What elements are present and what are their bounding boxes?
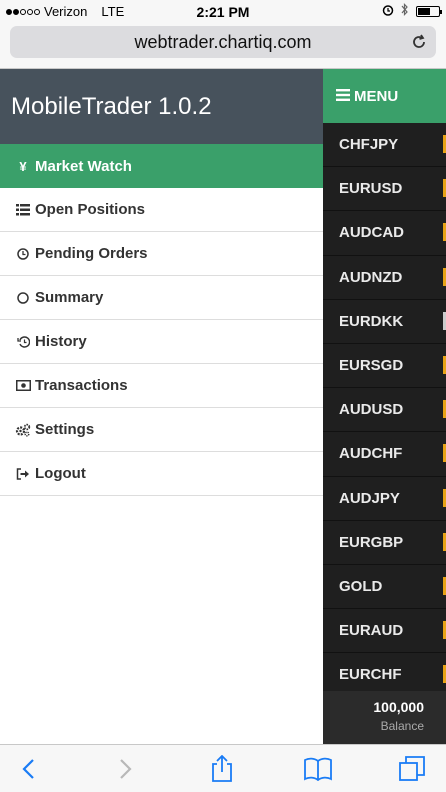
balance-box: 100,000 Balance <box>323 691 446 744</box>
alarm-icon <box>382 4 394 19</box>
browser-chrome: Verizon LTE 2:21 PM webtrader.chartiq.co… <box>0 0 446 69</box>
nav-history[interactable]: History <box>0 320 323 364</box>
market-symbol: EURAUD <box>339 622 404 640</box>
nav-label: Pending Orders <box>35 245 148 262</box>
market-row[interactable]: EURSGD <box>323 344 446 389</box>
bluetooth-icon <box>401 3 409 19</box>
status-right <box>382 3 442 19</box>
gears-icon <box>15 423 31 437</box>
market-symbol: EURUSD <box>339 180 403 198</box>
money-icon <box>15 380 31 391</box>
market-row[interactable]: AUDCAD <box>323 211 446 256</box>
nav-label: Open Positions <box>35 201 146 218</box>
hamburger-icon <box>336 88 350 105</box>
nav-summary[interactable]: Summary <box>0 276 323 320</box>
market-symbol: AUDJPY <box>339 489 400 507</box>
menu-label: MENU <box>354 87 399 105</box>
nav-market-watch[interactable]: ¥ Market Watch <box>0 144 323 188</box>
battery-icon <box>416 5 442 17</box>
status-time: 2:21 PM <box>196 4 250 20</box>
forward-icon[interactable] <box>110 753 142 785</box>
status-bar: Verizon LTE 2:21 PM <box>0 0 446 22</box>
balance-amount: 100,000 <box>373 699 424 715</box>
market-symbol: AUDCAD <box>339 224 404 242</box>
menu-button[interactable]: MENU <box>323 69 446 123</box>
nav-label: Transactions <box>35 377 128 394</box>
market-row[interactable]: EURDKK <box>323 300 446 344</box>
nav-label: Logout <box>35 465 86 482</box>
market-symbol: AUDNZD <box>339 268 403 286</box>
market-symbol: AUDCHF <box>339 445 403 463</box>
market-panel: MENU CHFJPY EURUSD AUDCAD AUDNZD EURDKK EURSG… <box>323 69 446 744</box>
nav-settings[interactable]: Settings <box>0 408 323 452</box>
market-row[interactable]: AUDCHF <box>323 432 446 477</box>
nav-pending-orders[interactable]: Pending Orders <box>0 232 323 276</box>
market-symbol: EURDKK <box>339 312 404 330</box>
market-row[interactable]: EURGBP <box>323 521 446 565</box>
circle-icon <box>15 291 31 304</box>
nav-label: Market Watch <box>35 157 132 175</box>
market-row[interactable]: AUDUSD <box>323 388 446 433</box>
sign-out-icon <box>15 467 31 480</box>
market-row[interactable]: GOLD <box>323 565 446 610</box>
nav-open-positions[interactable]: Open Positions <box>0 188 323 232</box>
address-bar[interactable]: webtrader.chartiq.com <box>10 26 436 58</box>
market-list: CHFJPY EURUSD AUDCAD AUDNZD EURDKK EURSGD AUDU… <box>323 123 446 698</box>
back-icon[interactable] <box>12 753 44 785</box>
app-title: MobileTrader 1.0.2 <box>0 69 323 144</box>
bookmarks-icon[interactable] <box>302 753 334 785</box>
nav-logout[interactable]: Logout <box>0 452 323 496</box>
market-row[interactable]: EURUSD <box>323 167 446 212</box>
market-row[interactable]: EURAUD <box>323 609 446 654</box>
tabs-icon[interactable] <box>396 753 428 785</box>
nav-label: Settings <box>35 421 95 438</box>
market-row[interactable]: CHFJPY <box>323 123 446 168</box>
balance-label: Balance <box>380 719 424 733</box>
url-text: webtrader.chartiq.com <box>134 32 312 52</box>
market-symbol: AUDUSD <box>339 401 404 419</box>
market-row[interactable]: AUDJPY <box>323 477 446 521</box>
clock-icon <box>15 247 31 260</box>
nav-transactions[interactable]: Transactions <box>0 364 323 408</box>
market-symbol: EURCHF <box>339 666 402 684</box>
nav-label: History <box>35 333 87 350</box>
browser-toolbar <box>0 744 446 792</box>
yen-icon: ¥ <box>19 158 27 174</box>
list-icon <box>15 203 31 216</box>
market-symbol: GOLD <box>339 577 383 595</box>
page: Verizon LTE 2:21 PM webtrader.chartiq.co… <box>0 0 446 792</box>
share-icon[interactable] <box>206 753 238 785</box>
reload-icon[interactable] <box>410 26 428 61</box>
market-symbol: CHFJPY <box>339 136 399 154</box>
nav-label: Summary <box>35 289 104 306</box>
history-icon <box>15 335 31 348</box>
market-row[interactable]: AUDNZD <box>323 256 446 300</box>
market-symbol: EURGBP <box>339 533 404 551</box>
side-drawer: MobileTrader 1.0.2 ¥ Market Watch Open P… <box>0 69 323 744</box>
market-symbol: EURSGD <box>339 357 404 375</box>
